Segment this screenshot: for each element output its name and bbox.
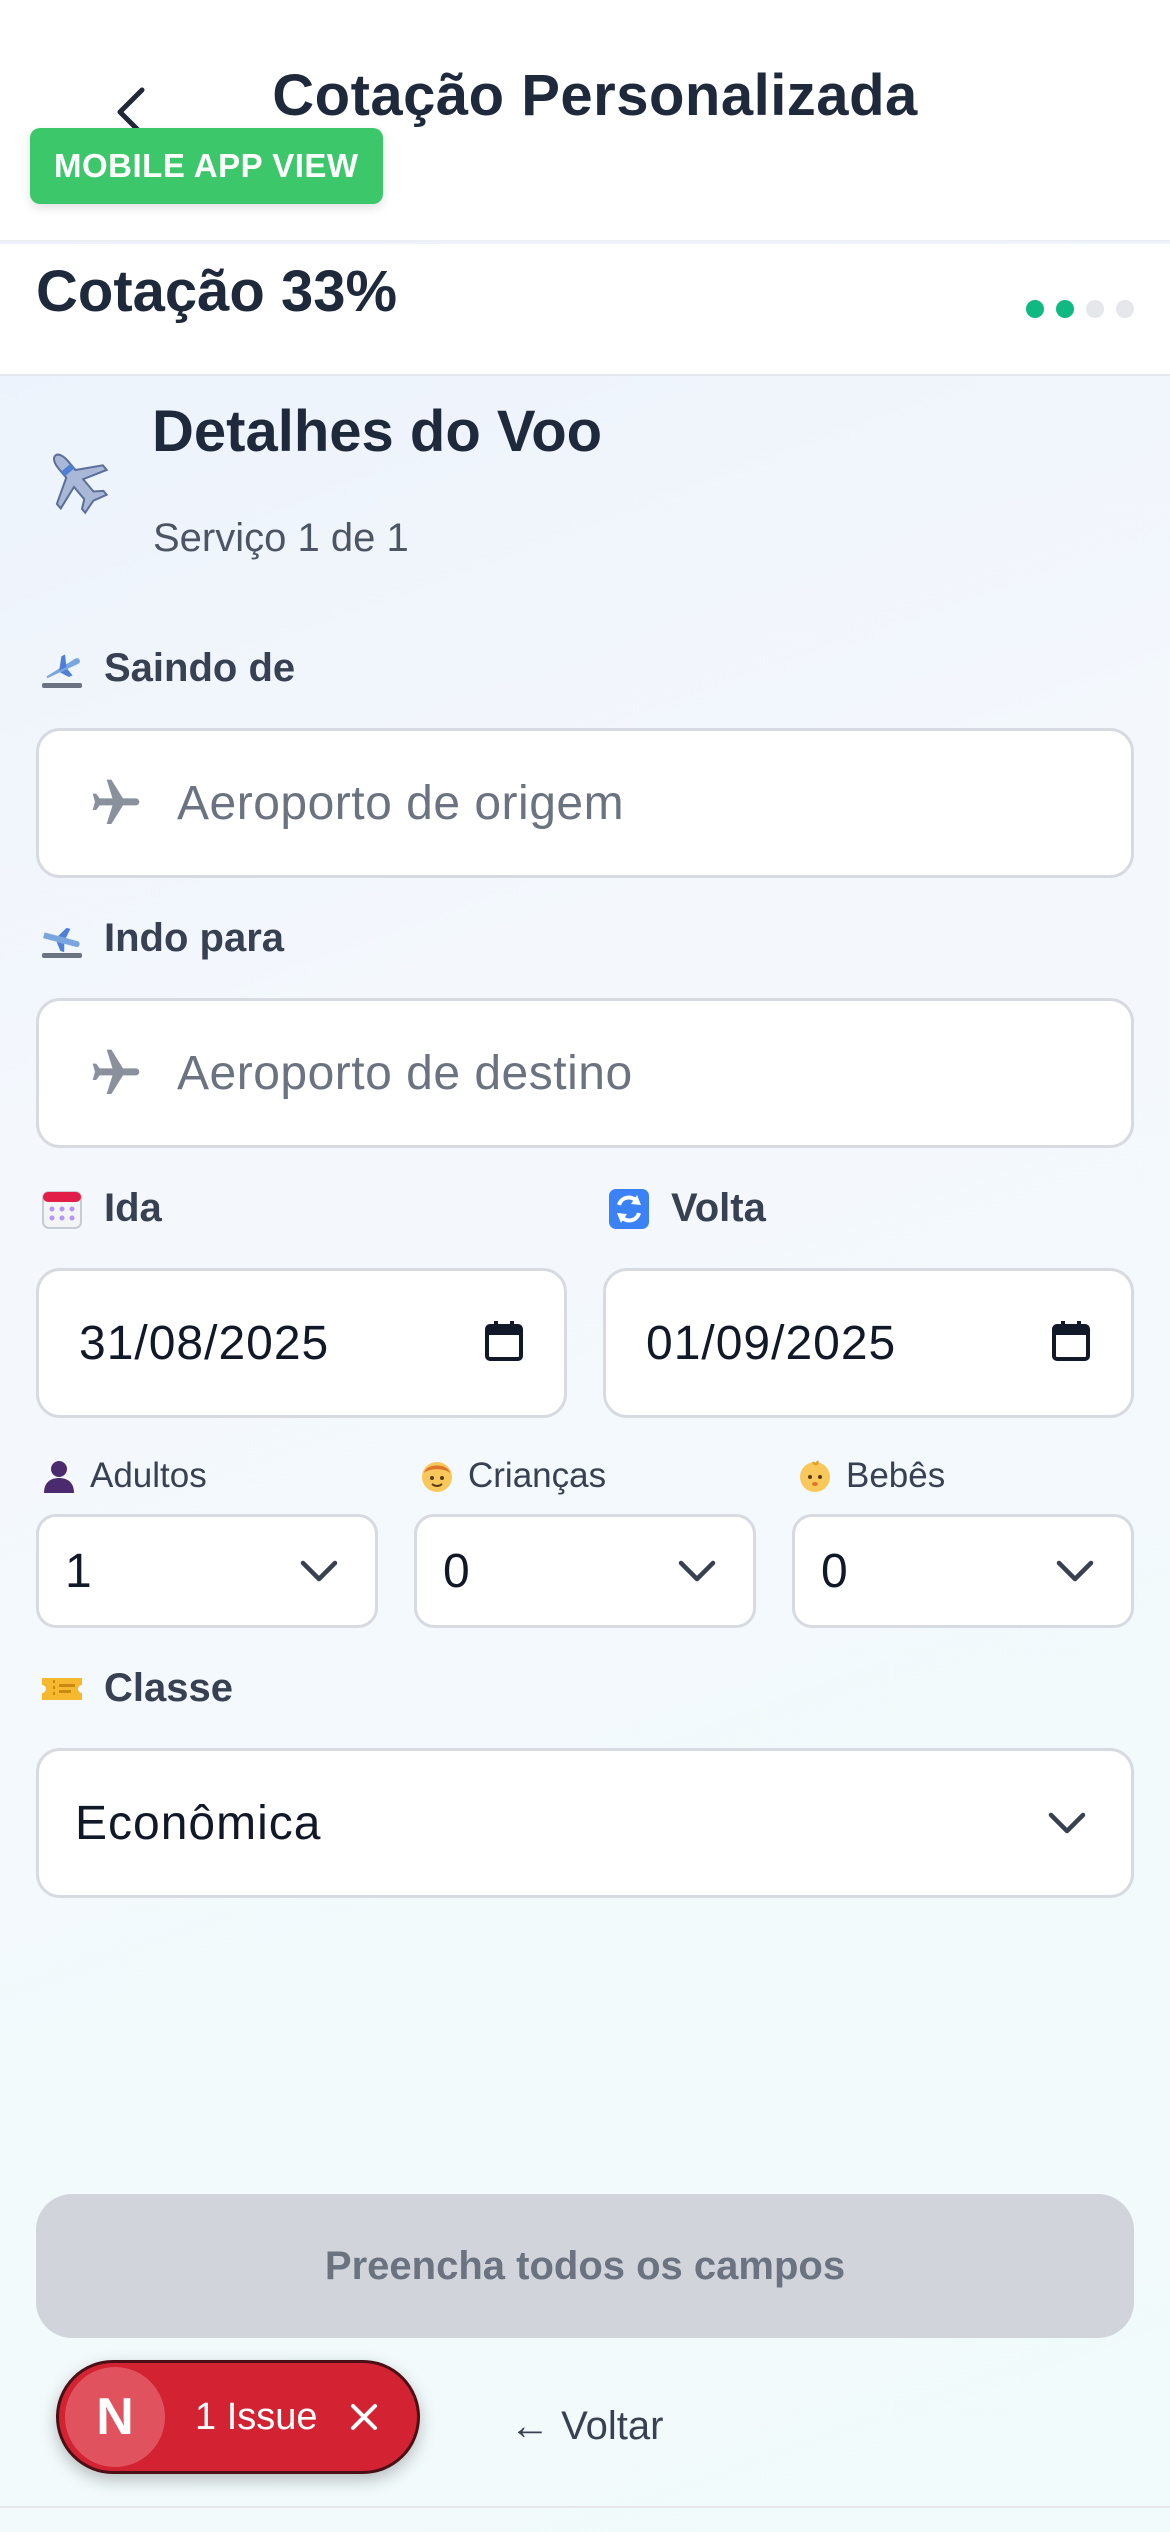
page-title: Cotação Personalizada [272, 63, 918, 128]
infants-label: Bebês [796, 1456, 945, 1496]
bottom-divider [0, 2506, 1170, 2508]
departure-date-label: Ida [40, 1186, 162, 1231]
return-date-label-text: Volta [671, 1186, 766, 1230]
origin-label-text: Saindo de [104, 646, 296, 690]
app-header: Cotação Personalizada MOBILE APP VIEW [0, 0, 1170, 242]
chevron-down-icon [1048, 1812, 1086, 1834]
issues-avatar: N [65, 2367, 165, 2467]
airplane-icon [40, 444, 112, 516]
chevron-down-icon [1056, 1560, 1094, 1582]
issues-indicator[interactable]: N 1 Issue [56, 2360, 420, 2474]
repeat-icon [607, 1187, 651, 1231]
progress-dot [1026, 300, 1044, 318]
origin-label: Saindo de [40, 646, 295, 691]
adults-select[interactable]: 1 [36, 1514, 378, 1628]
ticket-icon [40, 1667, 84, 1711]
progress-dot [1116, 300, 1134, 318]
class-label-text: Classe [104, 1666, 233, 1710]
adults-label-text: Adultos [90, 1456, 207, 1495]
destination-label: Indo para [40, 916, 284, 961]
infants-label-text: Bebês [846, 1456, 946, 1495]
calendar-picker-icon[interactable] [1051, 1320, 1091, 1367]
destination-airport-input[interactable]: Aeroporto de destino [36, 998, 1134, 1148]
plane-icon [87, 774, 145, 832]
departure-date-input[interactable]: 31/08/2025 [36, 1268, 567, 1418]
departure-date-value: 31/08/2025 [79, 1316, 330, 1370]
progress-label: Cotação 33% [36, 259, 398, 324]
baby-icon [796, 1457, 834, 1495]
back-link[interactable]: ← Voltar [510, 2404, 663, 2449]
section-subtitle: Serviço 1 de 1 [153, 516, 409, 560]
submit-quote-button[interactable]: Preencha todos os campos [36, 2194, 1134, 2338]
calendar-picker-icon[interactable] [484, 1320, 524, 1367]
progress-dots [1026, 300, 1134, 318]
adults-label: Adultos [40, 1456, 207, 1496]
mobile-app-view-badge: MOBILE APP VIEW [30, 128, 383, 204]
close-icon[interactable] [344, 2397, 384, 2437]
plane-icon [87, 1044, 145, 1102]
class-value: Econômica [75, 1796, 322, 1850]
adult-icon [40, 1457, 78, 1495]
calendar-icon [40, 1187, 84, 1231]
chevron-down-icon [678, 1560, 716, 1582]
class-label: Classe [40, 1666, 233, 1711]
children-label-text: Crianças [468, 1456, 607, 1495]
origin-airport-input[interactable]: Aeroporto de origem [36, 728, 1134, 878]
origin-placeholder: Aeroporto de origem [177, 776, 625, 830]
infants-select[interactable]: 0 [792, 1514, 1134, 1628]
adults-value: 1 [65, 1544, 93, 1598]
quote-progress: Cotação 33% [0, 244, 1170, 376]
airplane-departure-icon [40, 647, 84, 691]
return-date-input[interactable]: 01/09/2025 [603, 1268, 1134, 1418]
return-date-label: Volta [607, 1186, 766, 1231]
destination-label-text: Indo para [104, 916, 285, 960]
children-value: 0 [443, 1544, 471, 1598]
airplane-arrival-icon [40, 917, 84, 961]
class-select[interactable]: Econômica [36, 1748, 1134, 1898]
child-icon [418, 1457, 456, 1495]
section-title: Detalhes do Voo [152, 399, 603, 464]
destination-placeholder: Aeroporto de destino [177, 1046, 633, 1100]
departure-date-label-text: Ida [104, 1186, 162, 1230]
chevron-down-icon [300, 1560, 338, 1582]
quote-page: Cotação Personalizada MOBILE APP VIEW Co… [0, 0, 1170, 2532]
infants-value: 0 [821, 1544, 849, 1598]
return-date-value: 01/09/2025 [646, 1316, 897, 1370]
progress-dot [1086, 300, 1104, 318]
progress-dot [1056, 300, 1074, 318]
children-select[interactable]: 0 [414, 1514, 756, 1628]
issues-count: 1 Issue [195, 2395, 318, 2438]
children-label: Crianças [418, 1456, 606, 1496]
